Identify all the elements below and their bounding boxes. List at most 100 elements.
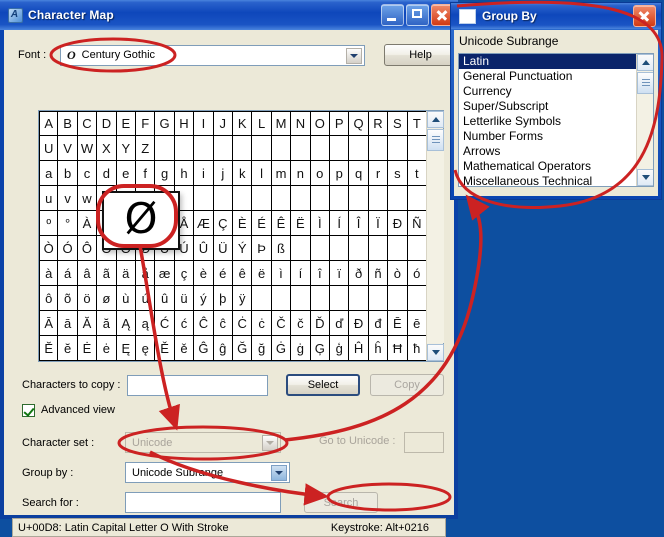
character-cell[interactable]: Č [271, 311, 292, 336]
character-cell[interactable]: ċ [252, 311, 272, 336]
character-cell[interactable]: ĝ [213, 336, 233, 361]
character-cell[interactable]: Ċ [232, 311, 253, 336]
character-cell[interactable]: Î [349, 211, 369, 236]
character-cell[interactable]: ß [271, 236, 292, 261]
character-cell[interactable]: F [135, 111, 156, 136]
character-cell[interactable]: È [232, 211, 253, 236]
scroll-up-icon[interactable] [637, 54, 653, 71]
group-by-title-bar[interactable]: Group By [451, 3, 661, 29]
search-button[interactable]: Search [304, 492, 378, 513]
character-cell[interactable]: e [116, 161, 136, 186]
character-cell[interactable]: C [77, 111, 98, 136]
character-cell[interactable]: T [407, 111, 427, 136]
character-cell[interactable]: j [213, 161, 233, 186]
group-by-list-item[interactable]: Arrows [459, 144, 653, 159]
character-cell[interactable]: Ģ [310, 336, 330, 361]
character-cell[interactable]: g [155, 161, 175, 186]
character-cell[interactable]: h [174, 161, 195, 186]
close-icon[interactable] [633, 5, 656, 27]
character-grid[interactable]: ABCDEFGHIJKLMNOPQRST UVWXYZabcdefghijklmn… [39, 111, 427, 361]
character-cell[interactable]: V [58, 136, 78, 161]
character-cell[interactable]: î [310, 261, 330, 286]
character-cell[interactable]: K [232, 111, 253, 136]
character-cell[interactable]: â [77, 261, 98, 286]
group-by-list-item[interactable]: Super/Subscript [459, 99, 653, 114]
group-by-list-item[interactable]: Mathematical Operators [459, 159, 653, 174]
character-cell[interactable]: Đ [349, 311, 369, 336]
character-cell[interactable]: v [58, 186, 78, 211]
character-cell[interactable]: ñ [368, 261, 389, 286]
character-cell[interactable]: W [77, 136, 98, 161]
character-cell[interactable]: ģ [329, 336, 350, 361]
character-cell[interactable]: đ [368, 311, 389, 336]
group-by-list-item[interactable]: Currency [459, 84, 653, 99]
character-cell[interactable]: Ü [213, 236, 233, 261]
character-cell[interactable]: ú [135, 286, 156, 311]
character-cell[interactable]: ì [271, 261, 292, 286]
character-cell[interactable]: Ě [155, 336, 175, 361]
character-cell[interactable]: O [310, 111, 330, 136]
character-cell[interactable]: ý [194, 286, 214, 311]
character-cell[interactable]: Í [329, 211, 350, 236]
character-cell[interactable]: p [329, 161, 350, 186]
character-cell[interactable]: ġ [291, 336, 311, 361]
character-cell[interactable]: Û [194, 236, 214, 261]
scrollbar-thumb[interactable] [637, 72, 653, 94]
character-cell[interactable]: Ď [310, 311, 330, 336]
character-cell[interactable]: ö [77, 286, 98, 311]
character-cell[interactable]: Q [349, 111, 369, 136]
group-by-listbox[interactable]: Latin General Punctuation Currency Super/Su… [458, 53, 654, 187]
character-cell[interactable]: B [58, 111, 78, 136]
title-bar[interactable]: A Character Map [0, 0, 458, 30]
character-cell[interactable]: Æ [194, 211, 214, 236]
character-cell[interactable]: Ę [116, 336, 136, 361]
font-combo[interactable]: O Century Gothic [60, 44, 365, 66]
minimize-icon[interactable] [381, 4, 404, 26]
character-cell[interactable]: ĥ [368, 336, 389, 361]
character-cell[interactable]: Ġ [271, 336, 292, 361]
character-cell[interactable]: Ì [310, 211, 330, 236]
grid-scrollbar[interactable] [426, 111, 444, 361]
character-cell[interactable]: ē [407, 311, 427, 336]
group-by-list-item[interactable]: General Punctuation [459, 69, 653, 84]
character-cell[interactable]: ĉ [213, 311, 233, 336]
character-cell[interactable]: ë [252, 261, 272, 286]
character-cell[interactable]: R [368, 111, 389, 136]
character-cell[interactable]: ď [329, 311, 350, 336]
character-cell[interactable]: À [77, 211, 98, 236]
character-cell[interactable]: Y [116, 136, 136, 161]
advanced-view-checkbox[interactable] [22, 403, 35, 417]
character-cell[interactable]: ä [116, 261, 136, 286]
character-cell[interactable]: E [116, 111, 136, 136]
character-cell[interactable]: N [291, 111, 311, 136]
search-input[interactable] [125, 492, 281, 513]
scroll-up-icon[interactable] [427, 111, 444, 128]
scroll-down-icon[interactable] [427, 344, 444, 361]
character-cell[interactable]: m [271, 161, 292, 186]
character-cell[interactable]: Ò [39, 236, 59, 261]
character-cell[interactable]: k [232, 161, 253, 186]
character-cell[interactable]: º [39, 211, 59, 236]
character-cell[interactable]: U [39, 136, 59, 161]
character-cell[interactable]: d [97, 161, 117, 186]
character-cell[interactable]: X [97, 136, 117, 161]
character-cell[interactable]: b [58, 161, 78, 186]
character-cell[interactable]: ĕ [58, 336, 78, 361]
character-cell[interactable]: à [39, 261, 59, 286]
character-cell[interactable]: å [135, 261, 156, 286]
character-cell[interactable]: Ħ [388, 336, 408, 361]
group-by-list-item[interactable]: Letterlike Symbols [459, 114, 653, 129]
character-cell[interactable]: ć [174, 311, 195, 336]
character-cell[interactable]: Ē [388, 311, 408, 336]
character-cell[interactable]: Ĕ [39, 336, 59, 361]
character-cell[interactable]: Ĝ [194, 336, 214, 361]
character-cell[interactable]: M [271, 111, 292, 136]
character-cell[interactable]: ó [407, 261, 427, 286]
character-cell[interactable]: Ă [77, 311, 98, 336]
character-cell[interactable]: Ê [271, 211, 292, 236]
character-cell[interactable]: ê [232, 261, 253, 286]
character-cell[interactable]: Ĉ [194, 311, 214, 336]
character-cell[interactable]: o [310, 161, 330, 186]
character-cell[interactable]: ð [349, 261, 369, 286]
character-cell[interactable]: ė [97, 336, 117, 361]
